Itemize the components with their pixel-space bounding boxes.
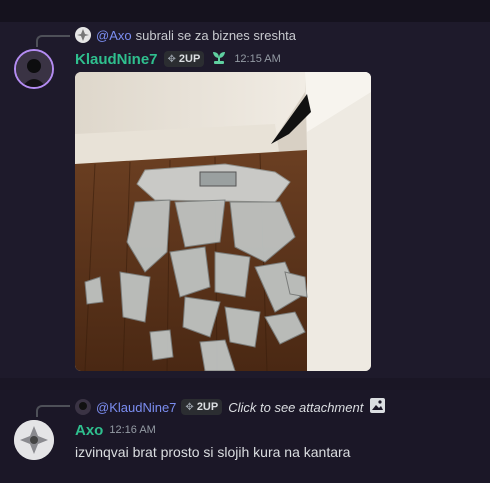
clan-tag[interactable]: ✥ 2UP [163, 51, 205, 67]
message-content: izvinqvai brat prosto si slojih kura na … [75, 444, 351, 460]
clan-tag[interactable]: ✥ 2UP [181, 399, 223, 415]
reply-connector [36, 35, 70, 47]
plant-badge-icon[interactable] [210, 48, 228, 71]
clan-tag-icon: ✥ [167, 53, 176, 65]
reply-mention[interactable]: @KlaudNine7 [96, 400, 176, 415]
username[interactable]: KlaudNine7 [75, 51, 158, 68]
timestamp[interactable]: 12:15 AM [234, 53, 280, 65]
reply-text[interactable]: subrali se za biznes sreshta [136, 28, 296, 43]
reply-connector [36, 405, 70, 417]
clan-tag-label: 2UP [178, 53, 201, 65]
image-icon[interactable] [369, 397, 386, 417]
previous-message-strip [0, 0, 490, 22]
message-header: KlaudNine7 ✥ 2UP 12:15 AM [75, 49, 287, 69]
clan-tag-icon: ✥ [185, 401, 194, 413]
reply-avatar [75, 399, 91, 415]
image-attachment[interactable] [75, 72, 371, 371]
reply-preview[interactable]: @Axo subrali se za biznes sreshta [75, 27, 296, 43]
avatar-klaudnine7[interactable] [14, 49, 54, 89]
reply-attachment-link[interactable]: Click to see attachment [228, 400, 363, 415]
avatar-axo[interactable] [14, 420, 54, 460]
timestamp[interactable]: 12:16 AM [109, 424, 155, 436]
reply-preview[interactable]: @KlaudNine7 ✥ 2UP Click to see attachmen… [75, 397, 386, 417]
message-header: Axo 12:16 AM [75, 420, 162, 440]
username[interactable]: Axo [75, 422, 103, 439]
reply-avatar [75, 27, 91, 43]
reply-mention[interactable]: @Axo [96, 28, 132, 43]
clan-tag-label: 2UP [196, 401, 219, 413]
